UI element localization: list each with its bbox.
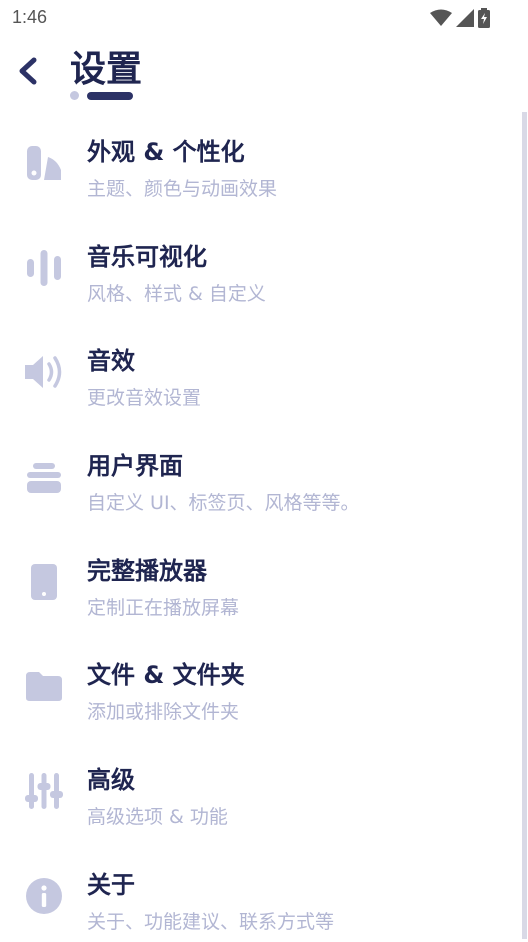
- back-button[interactable]: [14, 56, 44, 86]
- item-subtitle: 自定义 UI、标签页、风格等等。: [87, 492, 360, 515]
- settings-item-advanced[interactable]: 高级 高级选项 & 功能: [0, 732, 528, 837]
- info-icon: [23, 875, 65, 917]
- title-indicator: [70, 91, 133, 100]
- indicator-bar: [87, 91, 133, 100]
- item-subtitle: 风格、样式 & 自定义: [87, 282, 266, 305]
- layers-icon: [23, 456, 65, 498]
- settings-item-folders[interactable]: 文件 & 文件夹 添加或排除文件夹: [0, 627, 528, 732]
- settings-item-user-interface[interactable]: 用户界面 自定义 UI、标签页、风格等等。: [0, 418, 528, 523]
- folder-icon: [23, 665, 65, 707]
- battery-icon: [478, 8, 490, 28]
- item-subtitle: 更改音效设置: [87, 387, 202, 410]
- item-label: 关于: [87, 870, 135, 899]
- settings-item-about[interactable]: 关于 关于、功能建议、联系方式等: [0, 837, 528, 942]
- item-label: 音乐可视化: [87, 242, 207, 271]
- item-subtitle: 关于、功能建议、联系方式等: [87, 910, 335, 933]
- item-subtitle: 定制正在播放屏幕: [87, 596, 240, 619]
- settings-item-now-playing[interactable]: 完整播放器 定制正在播放屏幕: [0, 523, 528, 628]
- item-subtitle: 添加或排除文件夹: [87, 701, 240, 724]
- signal-icon: [456, 9, 474, 27]
- wifi-icon: [430, 9, 452, 26]
- chevron-left-icon: [19, 57, 37, 85]
- scrollbar[interactable]: [522, 112, 527, 939]
- item-label: 高级: [87, 766, 135, 795]
- settings-item-appearance[interactable]: 外观 & 个性化 主题、颜色与动画效果: [0, 104, 528, 209]
- page-title: 设置: [70, 49, 143, 90]
- settings-item-sound-effects[interactable]: 音效 更改音效设置: [0, 313, 528, 418]
- equalizer-bars-icon: [23, 247, 65, 289]
- status-bar: 1:46: [0, 0, 528, 34]
- palette-icon: [23, 142, 65, 184]
- item-label: 文件 & 文件夹: [87, 661, 245, 690]
- item-label: 外观 & 个性化: [87, 138, 245, 166]
- phone-icon: [23, 561, 65, 603]
- item-subtitle: 高级选项 & 功能: [87, 806, 228, 829]
- header: 设置: [0, 34, 528, 104]
- status-time: 1:46: [12, 7, 48, 27]
- status-icons: [430, 8, 490, 28]
- indicator-dot: [70, 91, 79, 100]
- settings-list: 外观 & 个性化 主题、颜色与动画效果 音乐可视化 风格、样式 & 自定义 音效…: [0, 104, 528, 942]
- item-label: 音效: [87, 347, 135, 376]
- settings-item-visualizer[interactable]: 音乐可视化 风格、样式 & 自定义: [0, 209, 528, 314]
- item-subtitle: 主题、颜色与动画效果: [87, 178, 278, 200]
- sliders-icon: [23, 770, 65, 812]
- speaker-icon: [23, 351, 65, 393]
- item-label: 完整播放器: [87, 556, 207, 585]
- item-label: 用户界面: [87, 452, 183, 481]
